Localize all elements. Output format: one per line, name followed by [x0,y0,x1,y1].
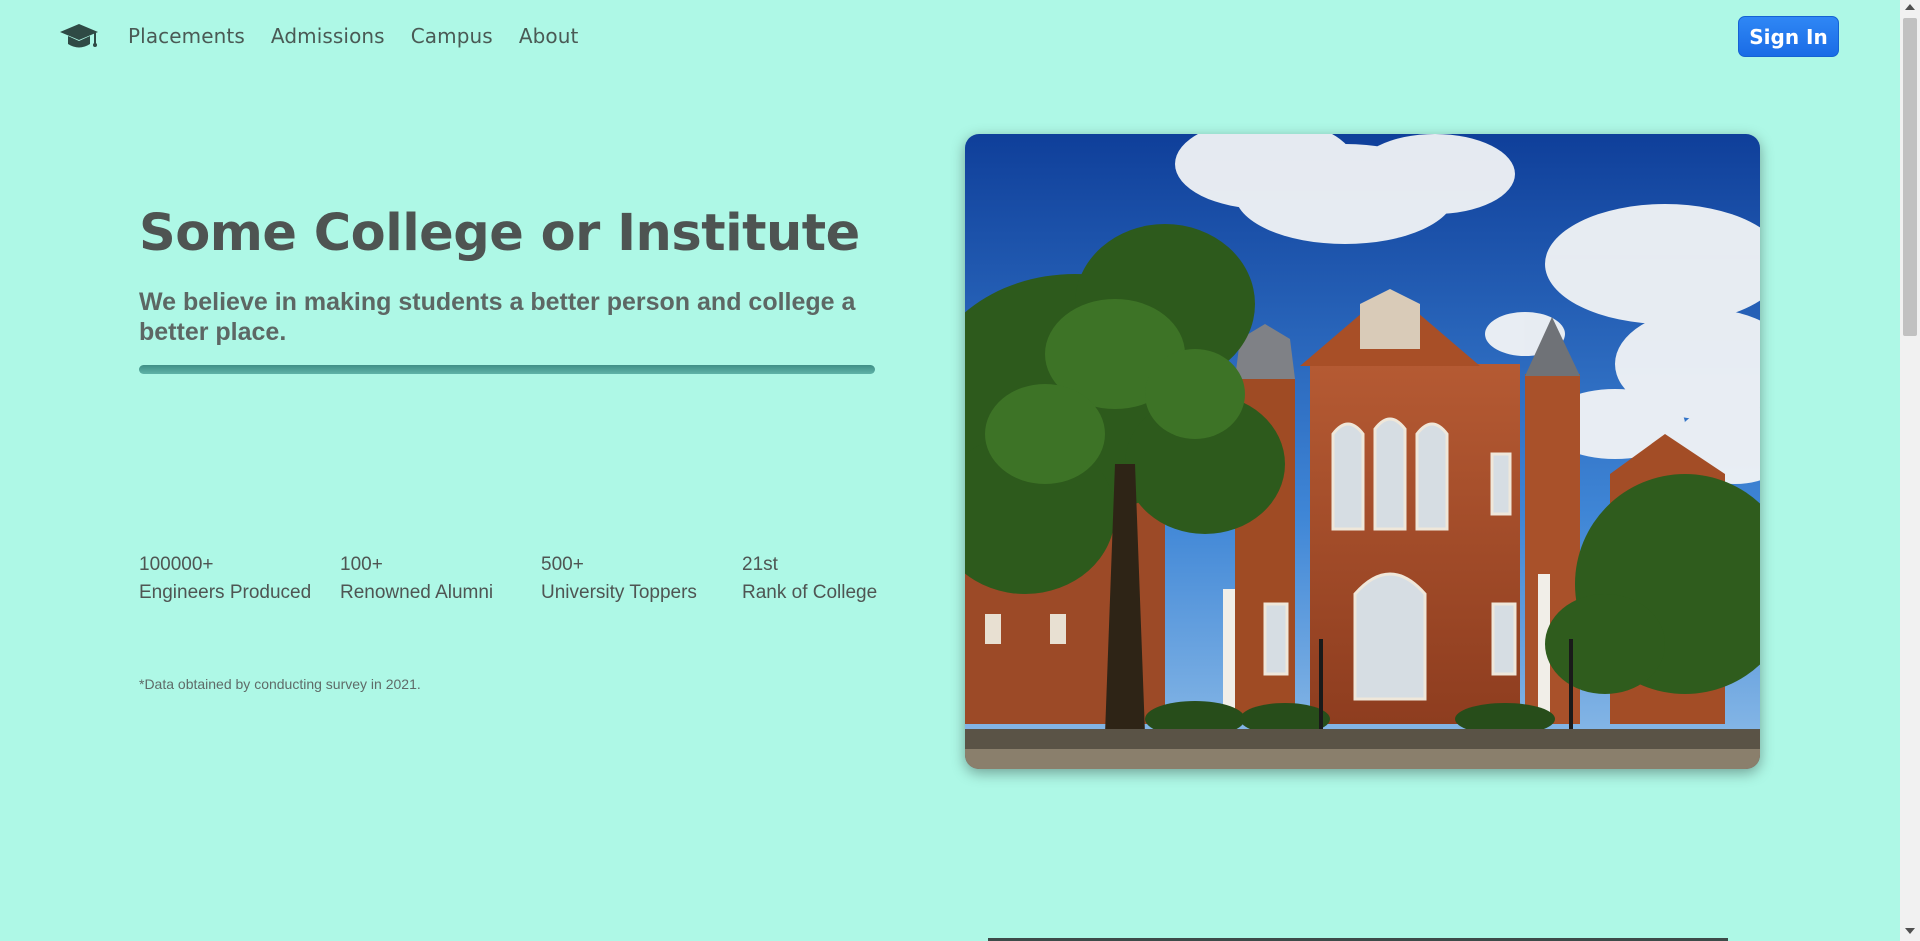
stat-label: University Toppers [541,582,697,603]
stat-label: Renowned Alumni [340,582,494,603]
scroll-up-icon[interactable] [1905,4,1915,10]
page-title: Some College or Institute [139,204,860,263]
nav-link-campus[interactable]: Campus [411,24,493,48]
stat-label: Engineers Produced [139,582,312,603]
stat-value: 500+ [541,554,584,575]
nav-links: Placements Admissions Campus About [128,24,578,48]
survey-footnote: *Data obtained by conducting survey in 2… [139,676,421,692]
stat-alumni: 100+ Renowned Alumni [340,552,541,608]
stat-value: 100+ [340,554,383,575]
stat-label: Rank of College [742,582,878,603]
campus-building-photo [965,134,1760,769]
scroll-thumb[interactable] [1903,18,1917,336]
nav-link-about[interactable]: About [519,24,579,48]
hero-subtitle: We believe in making students a better p… [139,288,856,346]
stat-toppers: 500+ University Toppers [541,552,742,608]
stat-value: 21st [742,554,778,575]
stat-value: 100000+ [139,554,214,575]
stat-rank: 21st Rank of College [742,552,943,608]
sign-in-button[interactable]: Sign In [1738,16,1839,57]
graduation-cap-icon[interactable] [59,22,99,52]
nav-link-admissions[interactable]: Admissions [271,24,385,48]
stats-row: 100000+ Engineers Produced 100+ Renowned… [139,552,943,608]
vertical-scrollbar[interactable] [1900,0,1920,941]
hero-divider [139,365,875,374]
scroll-down-icon[interactable] [1905,928,1915,934]
page: Placements Admissions Campus About Sign … [0,0,1900,941]
navbar: Placements Admissions Campus About Sign … [0,0,1900,78]
stat-engineers: 100000+ Engineers Produced [139,552,340,608]
nav-link-placements[interactable]: Placements [128,24,245,48]
